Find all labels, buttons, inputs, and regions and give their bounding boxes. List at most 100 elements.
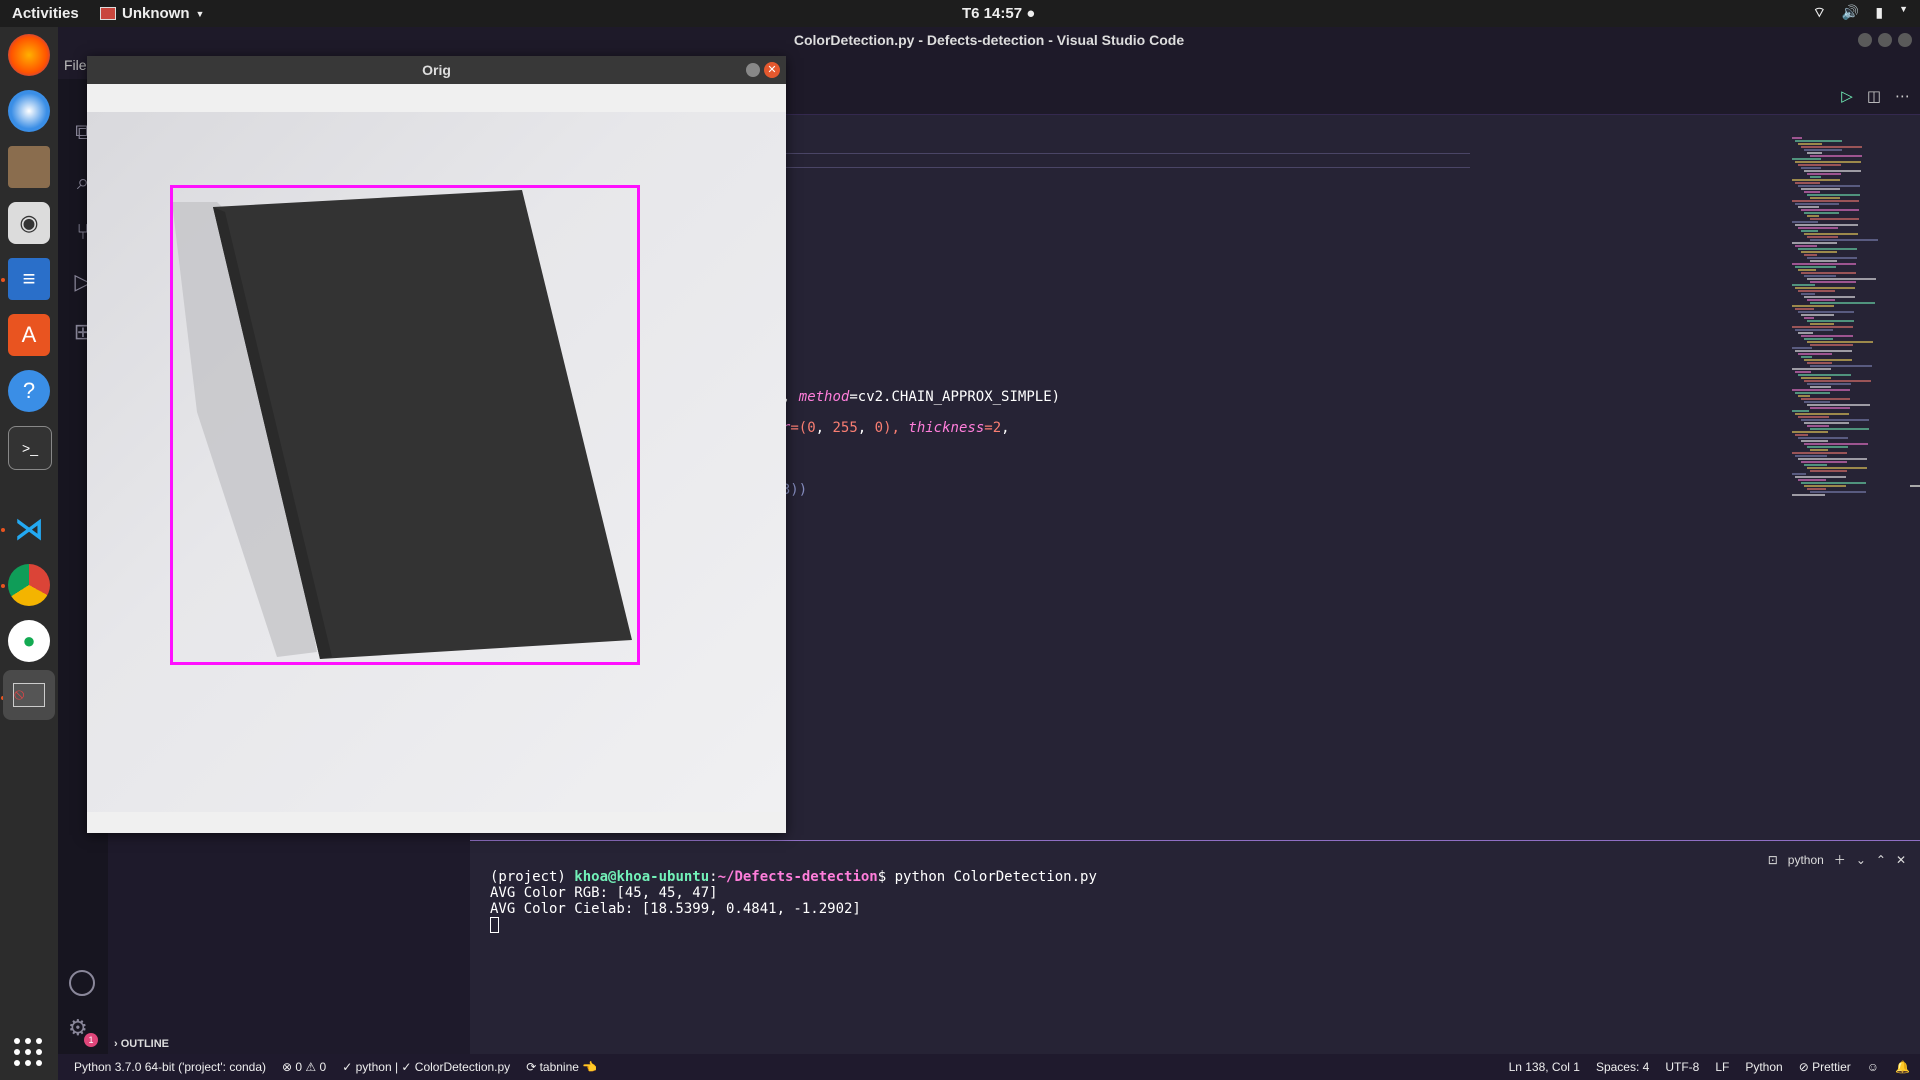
minimap-line xyxy=(1795,245,1817,247)
clock[interactable]: T6 14:57 ● xyxy=(962,5,1035,22)
minimap-line xyxy=(1792,347,1812,349)
minimize-button[interactable] xyxy=(1858,33,1872,47)
more-actions-icon[interactable]: ⋯ xyxy=(1895,87,1910,105)
minimap-line xyxy=(1798,353,1832,355)
minimap-line xyxy=(1792,389,1850,391)
minimap-line xyxy=(1801,188,1840,190)
detection-bounding-box xyxy=(170,185,640,665)
menu-file[interactable]: File xyxy=(64,57,87,73)
minimap-line xyxy=(1795,203,1839,205)
system-tray[interactable]: ⌔ 🔊 ▮ ▼ xyxy=(1813,4,1908,22)
minimap-line xyxy=(1804,191,1820,193)
clock-label: T6 14:57 xyxy=(962,5,1023,22)
minimize-button[interactable] xyxy=(746,63,760,77)
minimap-line xyxy=(1801,167,1821,169)
minimap-line xyxy=(1807,383,1851,385)
thunderbird-icon[interactable] xyxy=(8,90,50,132)
cursor-position[interactable]: Ln 138, Col 1 xyxy=(1509,1060,1580,1074)
rhythmbox-icon[interactable]: ◉ xyxy=(8,202,50,244)
minimap-line xyxy=(1798,458,1867,460)
minimap-line xyxy=(1792,494,1825,496)
minimap-line xyxy=(1798,437,1848,439)
app-menu[interactable]: Unknown ▼ xyxy=(100,5,204,22)
terminal-actions: ⊡ python ＋ ⌄ ⌃ ✕ xyxy=(1768,851,1906,868)
chevron-down-icon[interactable]: ⌄ xyxy=(1856,853,1866,867)
minimap-line xyxy=(1804,443,1868,445)
ubuntu-top-panel: Activities Unknown ▼ T6 14:57 ● ⌔ 🔊 ▮ ▼ xyxy=(0,0,1920,27)
maximize-button[interactable] xyxy=(1878,33,1892,47)
minimap[interactable] xyxy=(1788,137,1898,507)
orig-window-title: Orig xyxy=(422,62,451,78)
python-interpreter[interactable]: Python 3.7.0 64-bit ('project': conda) xyxy=(74,1060,266,1074)
problems-count[interactable]: ⊗ 0 ⚠ 0 xyxy=(282,1060,326,1074)
tabnine-status[interactable]: ⟳ tabnine 👈 xyxy=(526,1060,597,1074)
minimap-line xyxy=(1804,149,1842,151)
minimap-line xyxy=(1798,311,1854,313)
run-file-icon[interactable]: ▷ xyxy=(1841,87,1853,105)
minimap-line xyxy=(1801,377,1831,379)
add-terminal-icon[interactable]: ＋ xyxy=(1834,851,1846,868)
python-check-status[interactable]: ✓ python | ✓ ColorDetection.py xyxy=(342,1060,510,1074)
indentation[interactable]: Spaces: 4 xyxy=(1596,1060,1649,1074)
vscode-icon[interactable]: ⋊ xyxy=(8,508,50,550)
minimap-line xyxy=(1798,206,1819,208)
minimap-line xyxy=(1792,431,1828,433)
close-panel-icon[interactable]: ✕ xyxy=(1896,853,1906,867)
orig-window-title-bar[interactable]: Orig ✕ xyxy=(87,56,786,84)
minimap-line xyxy=(1795,266,1836,268)
close-button[interactable]: ✕ xyxy=(764,62,780,78)
show-applications-icon[interactable] xyxy=(14,1038,42,1066)
editor-actions: ▷ ◫ ⋯ xyxy=(1841,87,1910,105)
minimap-line xyxy=(1801,440,1828,442)
notification-badge: 1 xyxy=(84,1033,98,1047)
mongodb-compass-icon[interactable]: ● xyxy=(8,620,50,662)
minimap-line xyxy=(1798,248,1857,250)
minimap-line xyxy=(1810,470,1847,472)
encoding[interactable]: UTF-8 xyxy=(1665,1060,1699,1074)
terminal-output-rgb: AVG Color RGB: [45, 45, 47] xyxy=(490,885,718,901)
minimap-line xyxy=(1792,179,1840,181)
close-button[interactable] xyxy=(1898,33,1912,47)
maximize-panel-icon[interactable]: ⌃ xyxy=(1876,853,1886,867)
bell-icon[interactable]: 🔔 xyxy=(1895,1060,1910,1074)
minimap-line xyxy=(1801,482,1866,484)
minimap-line xyxy=(1801,335,1853,337)
minimap-line xyxy=(1798,290,1835,292)
minimap-line xyxy=(1810,365,1872,367)
minimap-line xyxy=(1798,395,1810,397)
writer-icon[interactable]: ≡ xyxy=(8,258,50,300)
terminal-cursor-line[interactable] xyxy=(490,917,499,933)
minimap-line xyxy=(1801,314,1834,316)
chrome-icon[interactable] xyxy=(8,564,50,606)
minimap-line xyxy=(1792,473,1806,475)
terminal-tab-label[interactable]: python xyxy=(1788,853,1824,867)
running-indicator xyxy=(1,528,5,532)
minimap-line xyxy=(1792,158,1821,160)
outline-section-header[interactable]: › OUTLINE xyxy=(114,1038,169,1050)
code-token: , xyxy=(857,420,875,436)
opencv-window-icon[interactable]: ⦸ xyxy=(3,670,55,720)
code-token: thickness xyxy=(908,420,985,436)
software-center-icon[interactable]: A xyxy=(8,314,50,356)
activities-button[interactable]: Activities xyxy=(12,5,79,22)
firefox-icon[interactable] xyxy=(8,34,50,76)
minimap-line xyxy=(1801,251,1837,253)
files-icon[interactable] xyxy=(8,146,50,188)
terminal-icon[interactable]: >_ xyxy=(8,426,52,470)
help-icon[interactable]: ? xyxy=(8,370,50,412)
end-of-line[interactable]: LF xyxy=(1715,1060,1729,1074)
prettier-status[interactable]: ⊘ Prettier xyxy=(1799,1060,1851,1074)
minimap-line xyxy=(1810,407,1850,409)
minimap-line xyxy=(1792,326,1853,328)
minimap-line xyxy=(1792,284,1815,286)
feedback-icon[interactable]: ☺ xyxy=(1867,1060,1879,1074)
minimap-line xyxy=(1807,404,1870,406)
minimap-line xyxy=(1801,230,1818,232)
code-token: = xyxy=(984,420,993,436)
language-mode[interactable]: Python xyxy=(1745,1060,1782,1074)
minimap-line xyxy=(1810,428,1869,430)
prompt-sep: : xyxy=(709,869,718,885)
scrollbar-thumb[interactable] xyxy=(1910,485,1920,487)
accounts-icon[interactable] xyxy=(69,970,95,996)
split-editor-icon[interactable]: ◫ xyxy=(1867,87,1881,105)
